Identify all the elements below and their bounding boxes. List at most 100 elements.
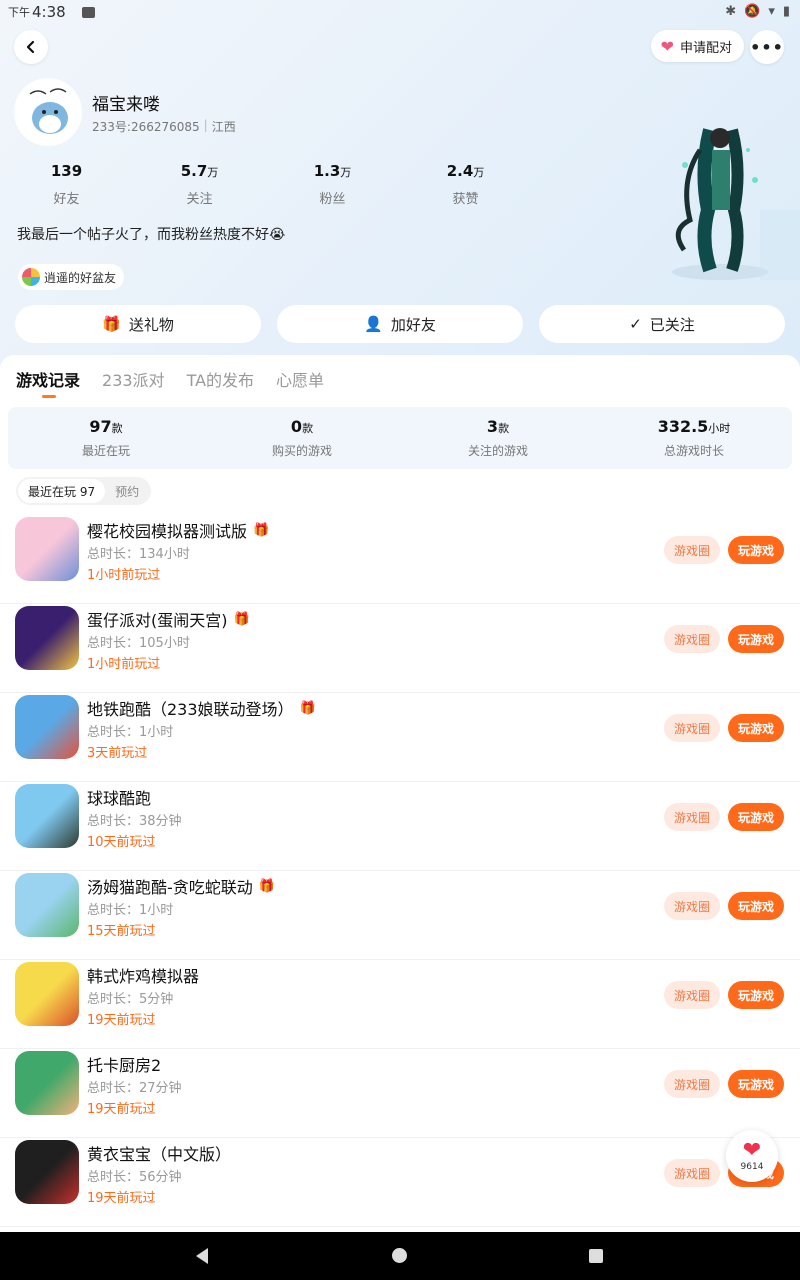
game-row[interactable]: 韩式炸鸡模拟器总时长：5分钟 19天前玩过 游戏圈 玩游戏: [0, 960, 800, 1049]
check-icon: ✓: [629, 315, 642, 333]
user-id: 233号:266276085: [92, 120, 200, 134]
game-icon[interactable]: [15, 695, 79, 759]
gift-badge-icon: 🎁: [299, 700, 316, 716]
game-name[interactable]: 地铁跑酷（233娘联动登场）: [87, 696, 294, 720]
character-image: [672, 128, 800, 280]
more-button[interactable]: •••: [750, 30, 784, 64]
game-icon[interactable]: [15, 962, 79, 1026]
summary-total-time: 332.5小时 总游戏时长: [596, 407, 792, 469]
profile-actions: 🎁 送礼物 👤 加好友 ✓ 已关注: [15, 305, 785, 343]
filter-reserve[interactable]: 预约: [105, 479, 149, 503]
game-row[interactable]: 黄衣宝宝（中文版）总时长：56分钟19天前玩过游戏圈玩游戏: [0, 1138, 800, 1227]
battery-icon: ▮: [782, 4, 790, 19]
gift-badge-icon: 🎁: [253, 522, 270, 538]
game-row[interactable]: 汤姆猫跑酷-贪吃蛇联动 🎁 总时长：1小时 15天前玩过 游戏圈 玩游戏: [0, 871, 800, 960]
game-row[interactable]: 蛋仔派对(蛋闹天宫) 🎁 总时长：105小时 1小时前玩过 游戏圈 玩游戏: [0, 604, 800, 693]
game-name-row: 黄衣宝宝（中文版）: [87, 1141, 231, 1165]
content-card: 游戏记录 233派对 TA的发布 心愿单 97款 最近在玩 0款 购买的游戏 3…: [0, 355, 800, 1235]
image-notification-icon: [81, 6, 95, 18]
tab-posts[interactable]: TA的发布: [187, 367, 254, 391]
followed-button[interactable]: ✓ 已关注: [539, 305, 785, 343]
game-circle-button[interactable]: 游戏圈: [664, 714, 720, 742]
game-circle-button[interactable]: 游戏圈: [664, 1070, 720, 1098]
character-avatar[interactable]: [640, 110, 800, 290]
floating-like-button[interactable]: ❤ 9614: [726, 1130, 778, 1182]
summary-label: 关注的游戏: [467, 444, 528, 458]
game-icon[interactable]: [15, 517, 79, 581]
summary-value: 3款: [486, 417, 510, 436]
game-name[interactable]: 韩式炸鸡模拟器: [87, 963, 199, 987]
game-last-played: 10天前玩过: [87, 835, 156, 850]
game-row[interactable]: 地铁跑酷（233娘联动登场） 🎁 总时长：1小时 3天前玩过 游戏圈 玩游戏: [0, 693, 800, 782]
game-circle-button[interactable]: 游戏圈: [664, 981, 720, 1009]
back-icon: [26, 40, 35, 54]
game-name[interactable]: 托卡厨房2: [87, 1052, 161, 1076]
stat-label: 获赞: [452, 192, 479, 207]
avatar-image: [16, 80, 80, 144]
play-game-button[interactable]: 玩游戏: [728, 981, 784, 1009]
game-circle-button[interactable]: 游戏圈: [664, 892, 720, 920]
add-user-icon: 👤: [364, 315, 383, 333]
summary-followed: 3款 关注的游戏: [400, 407, 596, 469]
play-game-button[interactable]: 玩游戏: [728, 1070, 784, 1098]
game-circle-button[interactable]: 游戏圈: [664, 536, 720, 564]
game-icon[interactable]: [15, 873, 79, 937]
game-name[interactable]: 汤姆猫跑酷-贪吃蛇联动: [87, 874, 253, 898]
game-duration: 总时长：56分钟: [87, 1170, 182, 1185]
stat-following[interactable]: 5.7万 关注: [133, 162, 266, 207]
gift-icon: 🎁: [102, 315, 121, 333]
nav-recents-icon[interactable]: [589, 1249, 603, 1263]
game-name-row: 球球酷跑: [87, 785, 151, 809]
stat-likes[interactable]: 2.4万 获赞: [399, 162, 532, 207]
play-game-button[interactable]: 玩游戏: [728, 625, 784, 653]
more-icon: •••: [750, 37, 784, 57]
game-circle-button[interactable]: 游戏圈: [664, 625, 720, 653]
game-row[interactable]: 球球酷跑 总时长：38分钟 10天前玩过 游戏圈 玩游戏: [0, 782, 800, 871]
game-name[interactable]: 蛋仔派对(蛋闹天宫): [87, 607, 228, 631]
play-game-button[interactable]: 玩游戏: [728, 892, 784, 920]
tab-game-records[interactable]: 游戏记录: [16, 367, 80, 398]
game-circle-button[interactable]: 游戏圈: [664, 1159, 720, 1187]
play-game-button[interactable]: 玩游戏: [728, 536, 784, 564]
send-gift-button[interactable]: 🎁 送礼物: [15, 305, 261, 343]
add-friend-button[interactable]: 👤 加好友: [277, 305, 523, 343]
filter-recent[interactable]: 最近在玩 97: [18, 479, 106, 503]
stat-label: 粉丝: [319, 192, 346, 207]
game-duration: 总时长：5分钟: [87, 992, 174, 1007]
nav-back-icon[interactable]: [196, 1248, 208, 1264]
friend-tag[interactable]: 逍遥的好盆友: [18, 264, 125, 290]
play-game-button[interactable]: 玩游戏: [728, 803, 784, 831]
game-name-row: 托卡厨房2: [87, 1052, 161, 1076]
back-button[interactable]: [14, 30, 48, 64]
nav-home-icon[interactable]: [392, 1248, 407, 1263]
game-icon[interactable]: [15, 1051, 79, 1115]
game-last-played: 19天前玩过: [87, 1013, 156, 1028]
profile-stats: 139 好友 5.7万 关注 1.3万 粉丝 2.4万 获赞: [0, 162, 540, 207]
game-duration: 总时长：27分钟: [87, 1081, 182, 1096]
game-circle-button[interactable]: 游戏圈: [664, 803, 720, 831]
game-icon[interactable]: [15, 784, 79, 848]
tab-wishlist[interactable]: 心愿单: [276, 367, 324, 391]
game-name[interactable]: 黄衣宝宝（中文版）: [87, 1141, 231, 1165]
friend-tag-label: 逍遥的好盆友: [44, 270, 117, 285]
game-last-played: 15天前玩过: [87, 924, 156, 939]
stat-followers[interactable]: 1.3万 粉丝: [266, 162, 399, 207]
apply-match-button[interactable]: ❤ 申请配对: [650, 30, 744, 62]
game-row[interactable]: 托卡厨房2 总时长：27分钟 19天前玩过 游戏圈 玩游戏: [0, 1049, 800, 1138]
game-name[interactable]: 球球酷跑: [87, 785, 151, 809]
stat-label: 好友: [53, 192, 80, 207]
game-row[interactable]: 樱花校园模拟器测试版 🎁 总时长：134小时 1小时前玩过 游戏圈 玩游戏: [0, 515, 800, 604]
stat-friends[interactable]: 139 好友: [0, 162, 133, 207]
play-game-button[interactable]: 玩游戏: [728, 714, 784, 742]
avatar[interactable]: [14, 78, 82, 146]
game-name[interactable]: 樱花校园模拟器测试版: [87, 518, 247, 542]
tab-233-party[interactable]: 233派对: [102, 367, 165, 391]
game-name-row: 樱花校园模拟器测试版 🎁: [87, 518, 269, 542]
stat-value: 1.3万: [313, 162, 352, 180]
game-last-played: 19天前玩过: [87, 1191, 156, 1206]
stat-value: 2.4万: [446, 162, 485, 180]
game-icon[interactable]: [15, 606, 79, 670]
game-name-row: 汤姆猫跑酷-贪吃蛇联动 🎁: [87, 874, 275, 898]
status-ampm: 下午: [8, 6, 30, 19]
game-icon[interactable]: [15, 1140, 79, 1204]
